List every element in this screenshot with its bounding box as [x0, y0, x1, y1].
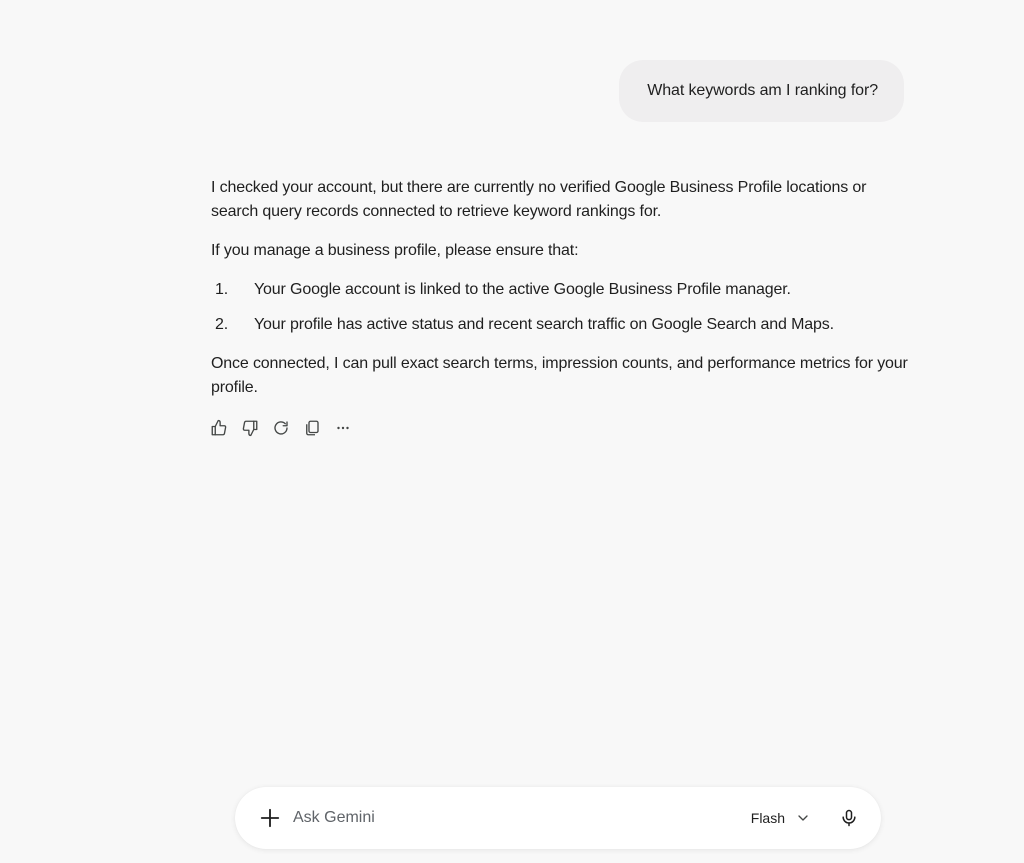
response-paragraph: If you manage a business profile, please… [211, 242, 579, 259]
model-selector[interactable]: Flash [743, 800, 819, 836]
thumbs-down-icon [242, 420, 257, 436]
model-label: Flash [750, 810, 785, 826]
list-item-text: Your profile has active status and recen… [254, 316, 834, 333]
response-paragraph: Once connected, I can pull exact search … [211, 355, 908, 396]
chevron-down-icon [798, 815, 808, 821]
user-message-row: What keywords am I ranking for? [619, 60, 904, 122]
list-item: 1. Your Google account is linked to the … [211, 278, 911, 302]
thumbs-up-icon [211, 419, 226, 435]
prompt-composer: Flash [235, 787, 881, 849]
chat-page: What keywords am I ranking for? I checke… [0, 0, 1024, 863]
microphone-button[interactable] [829, 798, 869, 838]
assistant-response: I checked your account, but there are cu… [211, 176, 911, 415]
add-attachment-button[interactable] [250, 798, 290, 838]
response-actions [203, 412, 358, 443]
plus-icon [260, 808, 280, 828]
thumbs-down-button[interactable] [234, 412, 265, 443]
prompt-input[interactable] [293, 809, 743, 827]
regenerate-button[interactable] [265, 412, 296, 443]
list-item: 2. Your profile has active status and re… [211, 313, 911, 337]
response-paragraph: I checked your account, but there are cu… [211, 179, 867, 220]
response-list: 1. Your Google account is linked to the … [211, 278, 911, 337]
more-options-button[interactable] [327, 412, 358, 443]
refresh-icon [273, 420, 288, 435]
copy-icon [305, 420, 319, 435]
user-message-bubble: What keywords am I ranking for? [619, 60, 904, 122]
thumbs-up-button[interactable] [203, 412, 234, 443]
list-item-number: 2. [215, 316, 229, 333]
list-item-number: 1. [215, 281, 229, 298]
list-item-text: Your Google account is linked to the act… [254, 281, 791, 298]
more-options-icon [336, 426, 349, 429]
copy-button[interactable] [296, 412, 327, 443]
microphone-icon [842, 809, 856, 827]
